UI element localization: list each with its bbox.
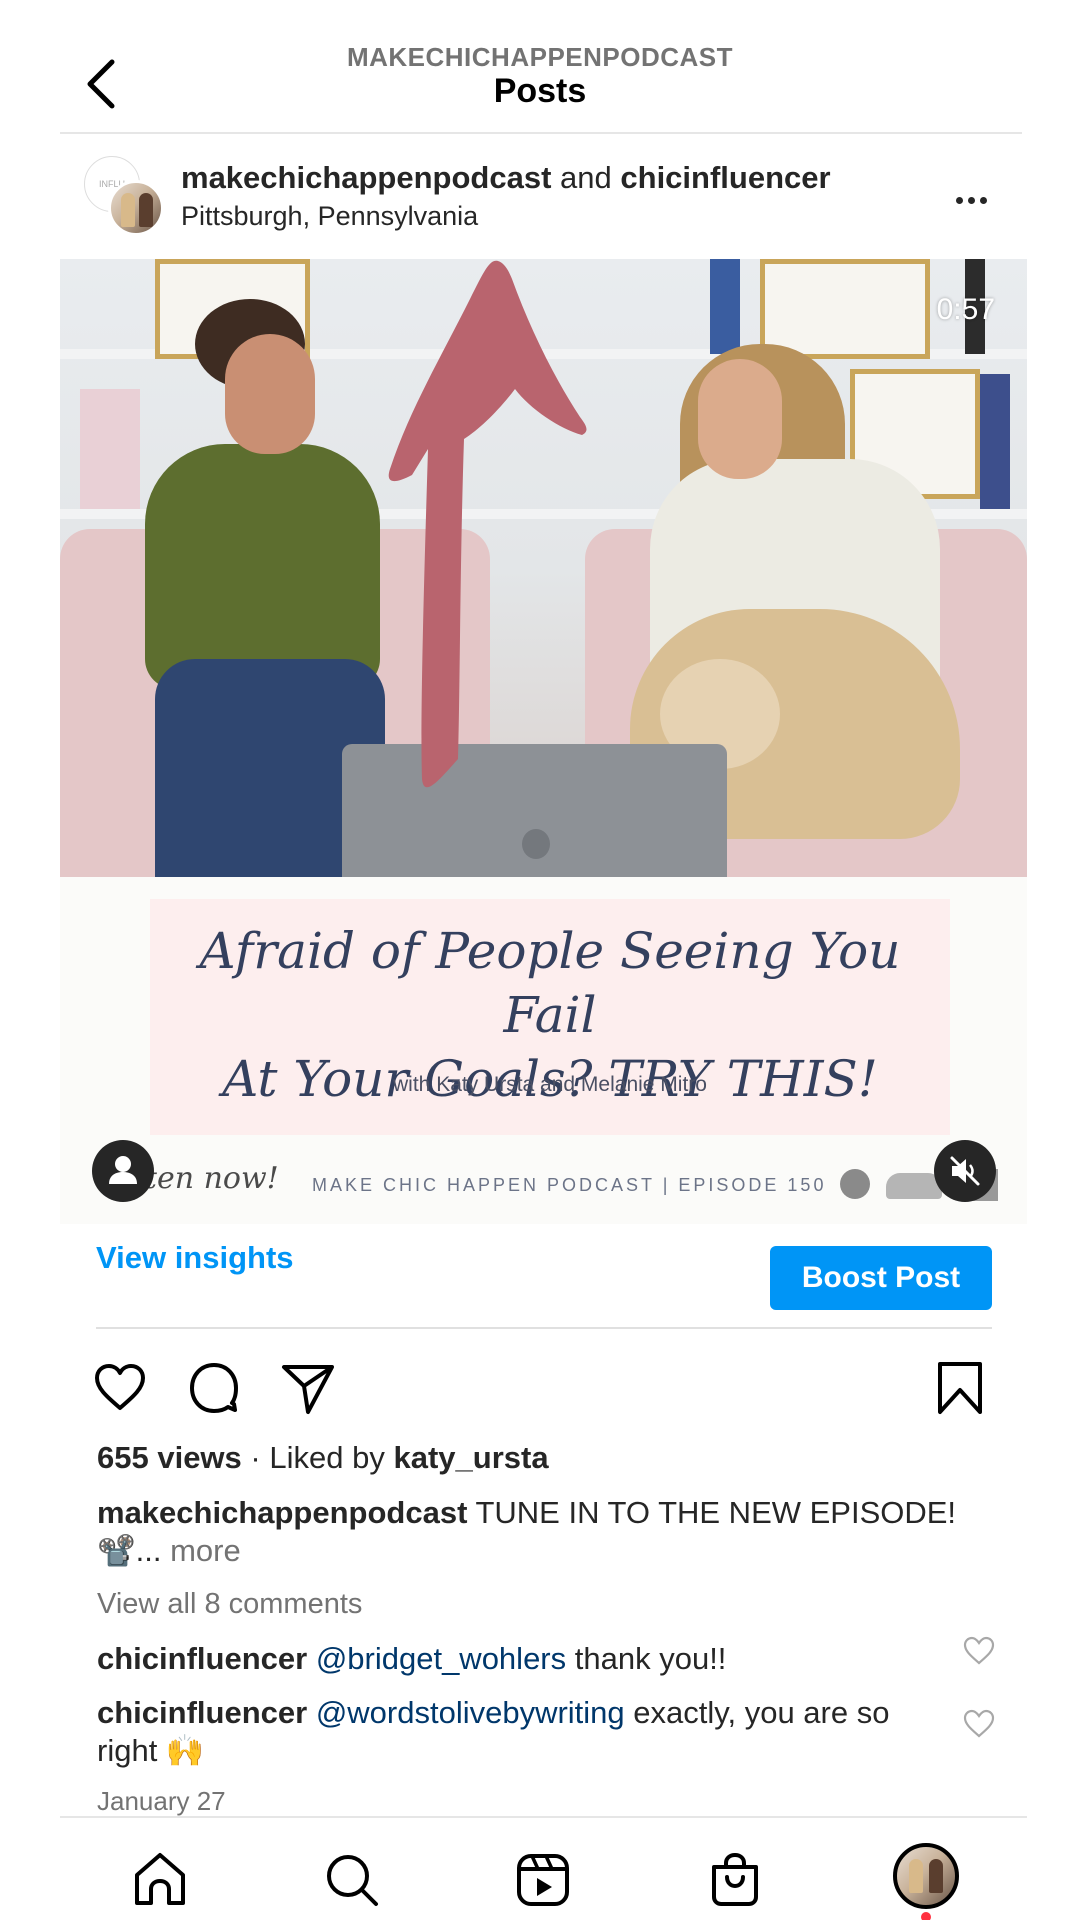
- spotify-icon: [840, 1169, 870, 1199]
- comment-like-button[interactable]: [962, 1636, 996, 1666]
- apple-logo-icon: [522, 829, 550, 859]
- tab-reels[interactable]: [513, 1850, 573, 1910]
- paper-plane-icon: [282, 1365, 334, 1414]
- person: [698, 359, 782, 479]
- home-icon: [135, 1853, 185, 1905]
- post-caption: makechichappenpodcast TUNE IN TO THE NEW…: [97, 1494, 977, 1570]
- caption-username[interactable]: makechichappenpodcast: [97, 1495, 467, 1530]
- divider: [60, 1816, 1027, 1818]
- tab-home[interactable]: [130, 1850, 190, 1910]
- view-all-comments-link[interactable]: View all 8 comments: [97, 1588, 362, 1621]
- comment-mention[interactable]: @bridget_wohlers: [316, 1641, 566, 1676]
- tagged-people-button[interactable]: [92, 1140, 154, 1202]
- avatar-figure: [929, 1859, 943, 1893]
- avatar-figure: [909, 1859, 923, 1893]
- notification-dot: [921, 1912, 931, 1920]
- mute-toggle-button[interactable]: [934, 1140, 996, 1202]
- book: [980, 374, 1010, 509]
- liked-by-user[interactable]: katy_ursta: [393, 1440, 548, 1475]
- speaker-muted-icon: [950, 1156, 980, 1186]
- person: [145, 444, 380, 689]
- share-button[interactable]: [280, 1360, 336, 1416]
- post-date: January 27: [97, 1786, 226, 1816]
- tab-search[interactable]: [322, 1850, 382, 1910]
- caption-more-link[interactable]: more: [170, 1533, 241, 1568]
- author-username[interactable]: makechichappenpodcast: [181, 160, 551, 195]
- like-button[interactable]: [92, 1360, 148, 1416]
- comment-button[interactable]: [186, 1360, 242, 1416]
- post-header: INFLU makechichappenpodcast and chicinfl…: [0, 150, 1080, 250]
- heart-outline-icon: [963, 1636, 995, 1665]
- episode-banner: Afraid of People Seeing You Fail At Your…: [150, 899, 950, 1135]
- comment-text: thank you!!: [574, 1641, 727, 1676]
- view-count[interactable]: 655 views: [97, 1440, 242, 1475]
- liked-by-prefix: Liked by: [269, 1440, 385, 1475]
- laptop: [342, 744, 727, 877]
- episode-card: Afraid of People Seeing You Fail At Your…: [60, 877, 1027, 1224]
- heart-outline-icon: [963, 1709, 995, 1738]
- video-time-remaining: 0:57: [936, 293, 995, 326]
- person-icon: [109, 1156, 137, 1184]
- collaborator-username[interactable]: chicinfluencer: [620, 160, 830, 195]
- reels-icon: [517, 1854, 569, 1906]
- avatar-figure: [139, 193, 153, 227]
- post-video[interactable]: 0:57 Afraid of People Seeing You Fail At…: [60, 259, 1027, 1224]
- comment-bubble-icon: [190, 1363, 238, 1413]
- dot: [980, 196, 987, 204]
- post-authors: makechichappenpodcast and chicinfluencer: [181, 160, 831, 196]
- author-avatar[interactable]: [108, 180, 164, 236]
- comment-username[interactable]: chicinfluencer: [97, 1695, 307, 1730]
- episode-title-line: Afraid of People Seeing You Fail: [199, 922, 901, 1044]
- views-and-likes: 655 views · Liked by katy_ursta: [97, 1440, 549, 1476]
- shopping-bag-icon: [712, 1852, 758, 1906]
- more-options-button[interactable]: [956, 190, 996, 210]
- book: [710, 259, 740, 354]
- authors-joiner: and: [560, 160, 612, 195]
- search-icon: [327, 1855, 378, 1906]
- heart-icon: [95, 1364, 145, 1410]
- divider: [96, 1327, 992, 1329]
- top-nav: MAKECHICHAPPENPODCAST Posts: [0, 0, 1080, 134]
- avatar-figure: [121, 193, 135, 227]
- wall-frame: [760, 259, 930, 359]
- dot: [968, 196, 975, 204]
- episode-hosts: with Katy Ursta and Melanie Mitro: [393, 1073, 707, 1096]
- dot: [956, 196, 963, 204]
- save-button[interactable]: [932, 1360, 988, 1416]
- boost-post-button[interactable]: Boost Post: [770, 1246, 992, 1310]
- post-location[interactable]: Pittsburgh, Pennsylvania: [181, 201, 478, 232]
- bookmark-icon: [938, 1362, 982, 1414]
- comment-item: chicinfluencer @bridget_wohlers thank yo…: [97, 1640, 927, 1678]
- tab-shop[interactable]: [705, 1850, 765, 1910]
- episode-number: MAKE CHIC HAPPEN PODCAST | EPISODE 150: [312, 1175, 827, 1195]
- page-title: Posts: [493, 72, 587, 110]
- comment-username[interactable]: chicinfluencer: [97, 1641, 307, 1676]
- person: [225, 334, 315, 454]
- comment-mention[interactable]: @wordstolivebywriting: [316, 1695, 625, 1730]
- account-username: MAKECHICHAPPENPODCAST: [346, 42, 734, 72]
- separator: ·: [250, 1440, 261, 1475]
- tab-profile[interactable]: [893, 1843, 959, 1909]
- comment-item: chicinfluencer @wordstolivebywriting exa…: [97, 1694, 927, 1770]
- view-insights-link[interactable]: View insights: [96, 1240, 294, 1276]
- video-frame: [60, 259, 1027, 877]
- comment-like-button[interactable]: [962, 1709, 996, 1739]
- book: [80, 389, 140, 509]
- divider: [60, 132, 1022, 134]
